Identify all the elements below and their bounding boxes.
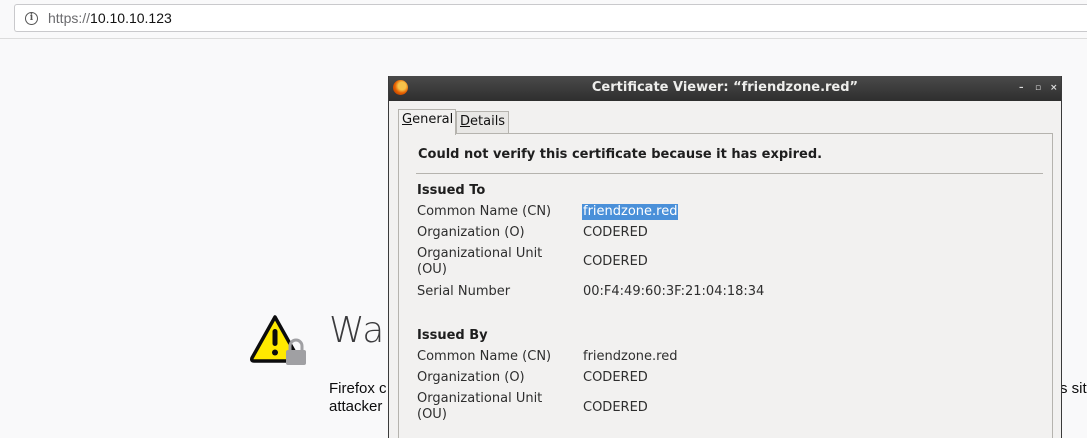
dialog-title: Certificate Viewer: “friendzone.red”	[591, 80, 859, 95]
issued-by-cn-label: Common Name (CN)	[417, 349, 552, 364]
issued-to-ou-value[interactable]: CODERED	[583, 254, 648, 270]
tab-general-mnemonic: G	[402, 112, 413, 127]
issued-by-cn-value[interactable]: friendzone.red	[583, 349, 677, 365]
tab-general[interactable]: General	[398, 109, 456, 135]
warning-lock-icon	[250, 315, 306, 365]
issued-to-o-value[interactable]: CODERED	[583, 225, 648, 241]
url-text[interactable]: https://10.10.10.123	[48, 10, 172, 27]
maximize-button[interactable]: ▫	[1035, 82, 1041, 94]
close-button[interactable]: ×	[1050, 82, 1058, 94]
info-icon[interactable]: i	[25, 12, 38, 25]
separator	[416, 173, 1043, 174]
issued-to-ou-label: Organizational Unit (OU)	[417, 246, 543, 277]
tab-details-mnemonic: D	[460, 114, 471, 129]
serial-number-value[interactable]: 00:F4:49:60:3F:21:04:18:34	[583, 284, 764, 300]
certificate-viewer-dialog: Certificate Viewer: “friendzone.red” – ▫…	[388, 76, 1062, 438]
url-scheme: https://	[48, 10, 91, 26]
serial-number-label: Serial Number	[417, 284, 511, 299]
issued-by-o-label: Organization (O)	[417, 370, 525, 385]
general-panel: Could not verify this certificate becaus…	[398, 133, 1053, 438]
verification-status: Could not verify this certificate becaus…	[418, 147, 823, 162]
issued-to-cn-value[interactable]: friendzone.red	[582, 204, 679, 220]
minimize-button[interactable]: –	[1019, 82, 1024, 94]
url-host: 10.10.10.123	[90, 10, 172, 26]
issued-to-heading: Issued To	[417, 183, 486, 198]
warning-body-line2: attacker	[329, 398, 383, 415]
issued-by-ou-value[interactable]: CODERED	[583, 400, 648, 416]
warning-body-right-fragment: s sit	[1060, 380, 1087, 397]
issued-by-heading: Issued By	[417, 328, 488, 343]
tab-general-label: eneral	[412, 112, 454, 127]
warning-body-line1: Firefox c	[329, 380, 387, 397]
toolbar-divider	[0, 38, 1087, 39]
warning-body: Firefox c attacker	[329, 380, 387, 416]
issued-by-o-value[interactable]: CODERED	[583, 370, 648, 386]
url-bar[interactable]: i https://10.10.10.123	[14, 4, 1087, 32]
tab-details[interactable]: Details	[456, 111, 509, 134]
issued-by-ou-label: Organizational Unit (OU)	[417, 391, 543, 422]
dialog-titlebar[interactable]: Certificate Viewer: “friendzone.red” – ▫…	[389, 76, 1061, 101]
tab-details-label: etails	[470, 114, 506, 129]
issued-to-cn-label: Common Name (CN)	[417, 204, 552, 219]
issued-to-o-label: Organization (O)	[417, 225, 525, 240]
